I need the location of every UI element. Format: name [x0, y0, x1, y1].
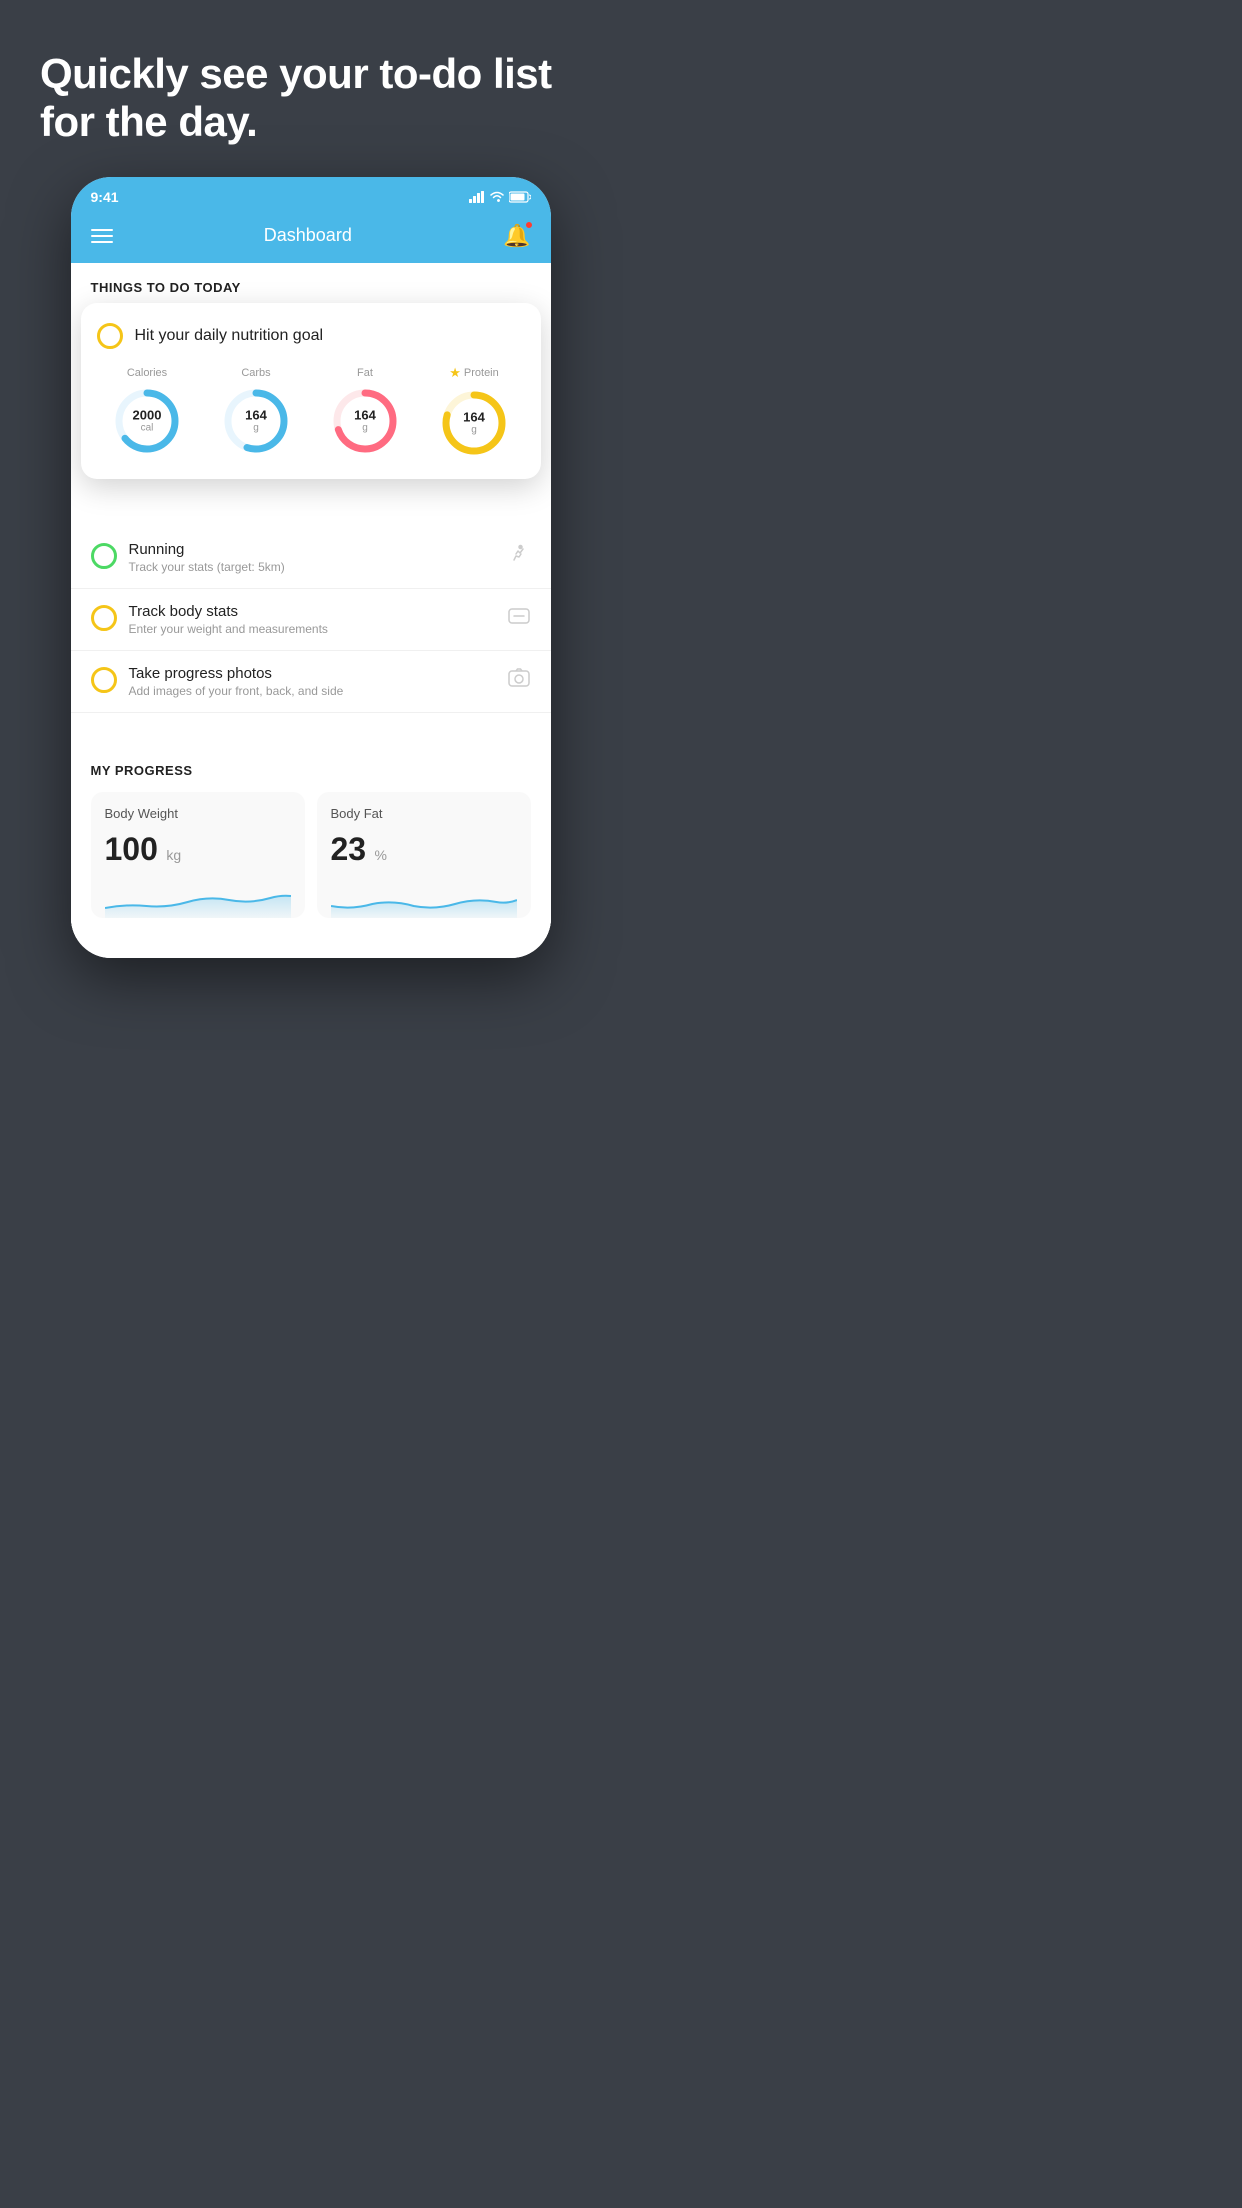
todo-item-photos[interactable]: Take progress photos Add images of your … — [71, 651, 551, 713]
protein-label: ★ Protein — [449, 365, 499, 381]
carbs-value: 164 — [245, 408, 267, 422]
progress-section: MY PROGRESS Body Weight 100 kg — [71, 743, 551, 938]
fat-percentage-unit: % — [375, 847, 387, 863]
calories-unit: cal — [133, 422, 162, 433]
todo-list: Running Track your stats (target: 5km) — [71, 527, 551, 938]
protein-donut: 164 g — [438, 387, 510, 459]
todo-item-running[interactable]: Running Track your stats (target: 5km) — [71, 527, 551, 589]
protein-value: 164 — [463, 410, 485, 424]
photo-icon — [507, 667, 531, 695]
nav-title: Dashboard — [264, 225, 352, 246]
status-time: 9:41 — [91, 189, 119, 205]
todo-title-running: Running — [129, 541, 495, 558]
things-section-header: THINGS TO DO TODAY — [71, 263, 551, 307]
status-bar: 9:41 — [71, 177, 551, 213]
todo-subtitle-photos: Add images of your front, back, and side — [129, 684, 495, 698]
stat-carbs: Carbs 164 g — [220, 367, 292, 457]
fat-donut: 164 g — [329, 385, 401, 457]
status-icons — [469, 191, 531, 203]
stat-protein: ★ Protein 164 g — [438, 365, 510, 459]
calories-donut: 2000 cal — [111, 385, 183, 457]
signal-icon — [469, 191, 485, 203]
todo-radio-photos[interactable] — [91, 667, 117, 693]
todo-text-running: Running Track your stats (target: 5km) — [129, 541, 495, 574]
calories-label: Calories — [127, 367, 167, 379]
hamburger-menu-button[interactable] — [91, 229, 113, 243]
phone-content: THINGS TO DO TODAY Hit your daily nutrit… — [71, 263, 551, 938]
nutrition-stats: Calories 2000 cal — [97, 365, 525, 459]
weight-card-title: Body Weight — [105, 806, 291, 821]
notification-dot — [525, 221, 533, 229]
nutrition-card-title: Hit your daily nutrition goal — [135, 327, 324, 345]
running-icon — [507, 543, 531, 573]
todo-subtitle-running: Track your stats (target: 5km) — [129, 560, 495, 574]
progress-card-weight[interactable]: Body Weight 100 kg — [91, 792, 305, 918]
hero-title: Quickly see your to-do list for the day. — [40, 50, 591, 147]
fat-value-row: 23 % — [331, 831, 517, 868]
phone-mockup: 9:41 — [71, 177, 551, 958]
fat-unit: g — [354, 422, 376, 433]
weight-chart — [105, 878, 291, 918]
phone-bottom — [71, 938, 551, 958]
fat-card-title: Body Fat — [331, 806, 517, 821]
carbs-label: Carbs — [241, 367, 270, 379]
stat-fat: Fat 164 g — [329, 367, 401, 457]
fat-chart — [331, 878, 517, 918]
fat-label: Fat — [357, 367, 373, 379]
nutrition-card[interactable]: Hit your daily nutrition goal Calories — [81, 303, 541, 479]
todo-radio-body-stats[interactable] — [91, 605, 117, 631]
wifi-icon — [489, 191, 505, 203]
fat-percentage-value: 23 — [331, 831, 367, 867]
todo-title-photos: Take progress photos — [129, 665, 495, 682]
weight-value-row: 100 kg — [105, 831, 291, 868]
things-section-title: THINGS TO DO TODAY — [91, 280, 241, 295]
weight-value: 100 — [105, 831, 158, 867]
notification-bell-button[interactable]: 🔔 — [503, 223, 530, 249]
progress-cards: Body Weight 100 kg — [91, 792, 531, 938]
scale-icon — [507, 605, 531, 633]
stat-calories: Calories 2000 cal — [111, 367, 183, 457]
hero-text-block: Quickly see your to-do list for the day. — [0, 0, 621, 177]
battery-icon — [509, 191, 531, 203]
nutrition-card-header: Hit your daily nutrition goal — [97, 323, 525, 349]
weight-unit: kg — [166, 847, 181, 863]
calories-value: 2000 — [133, 408, 162, 422]
progress-card-fat[interactable]: Body Fat 23 % — [317, 792, 531, 918]
todo-text-photos: Take progress photos Add images of your … — [129, 665, 495, 698]
fat-value: 164 — [354, 408, 376, 422]
carbs-donut: 164 g — [220, 385, 292, 457]
protein-unit: g — [463, 424, 485, 435]
todo-radio-running[interactable] — [91, 543, 117, 569]
nutrition-radio-circle[interactable] — [97, 323, 123, 349]
progress-title: MY PROGRESS — [91, 763, 531, 778]
page-wrapper: Quickly see your to-do list for the day.… — [0, 0, 621, 1104]
todo-item-body-stats[interactable]: Track body stats Enter your weight and m… — [71, 589, 551, 651]
todo-title-body-stats: Track body stats — [129, 603, 495, 620]
spacer — [71, 713, 551, 743]
nav-bar: Dashboard 🔔 — [71, 213, 551, 263]
carbs-unit: g — [245, 422, 267, 433]
protein-star-icon: ★ — [449, 365, 461, 381]
todo-text-body-stats: Track body stats Enter your weight and m… — [129, 603, 495, 636]
todo-subtitle-body-stats: Enter your weight and measurements — [129, 622, 495, 636]
